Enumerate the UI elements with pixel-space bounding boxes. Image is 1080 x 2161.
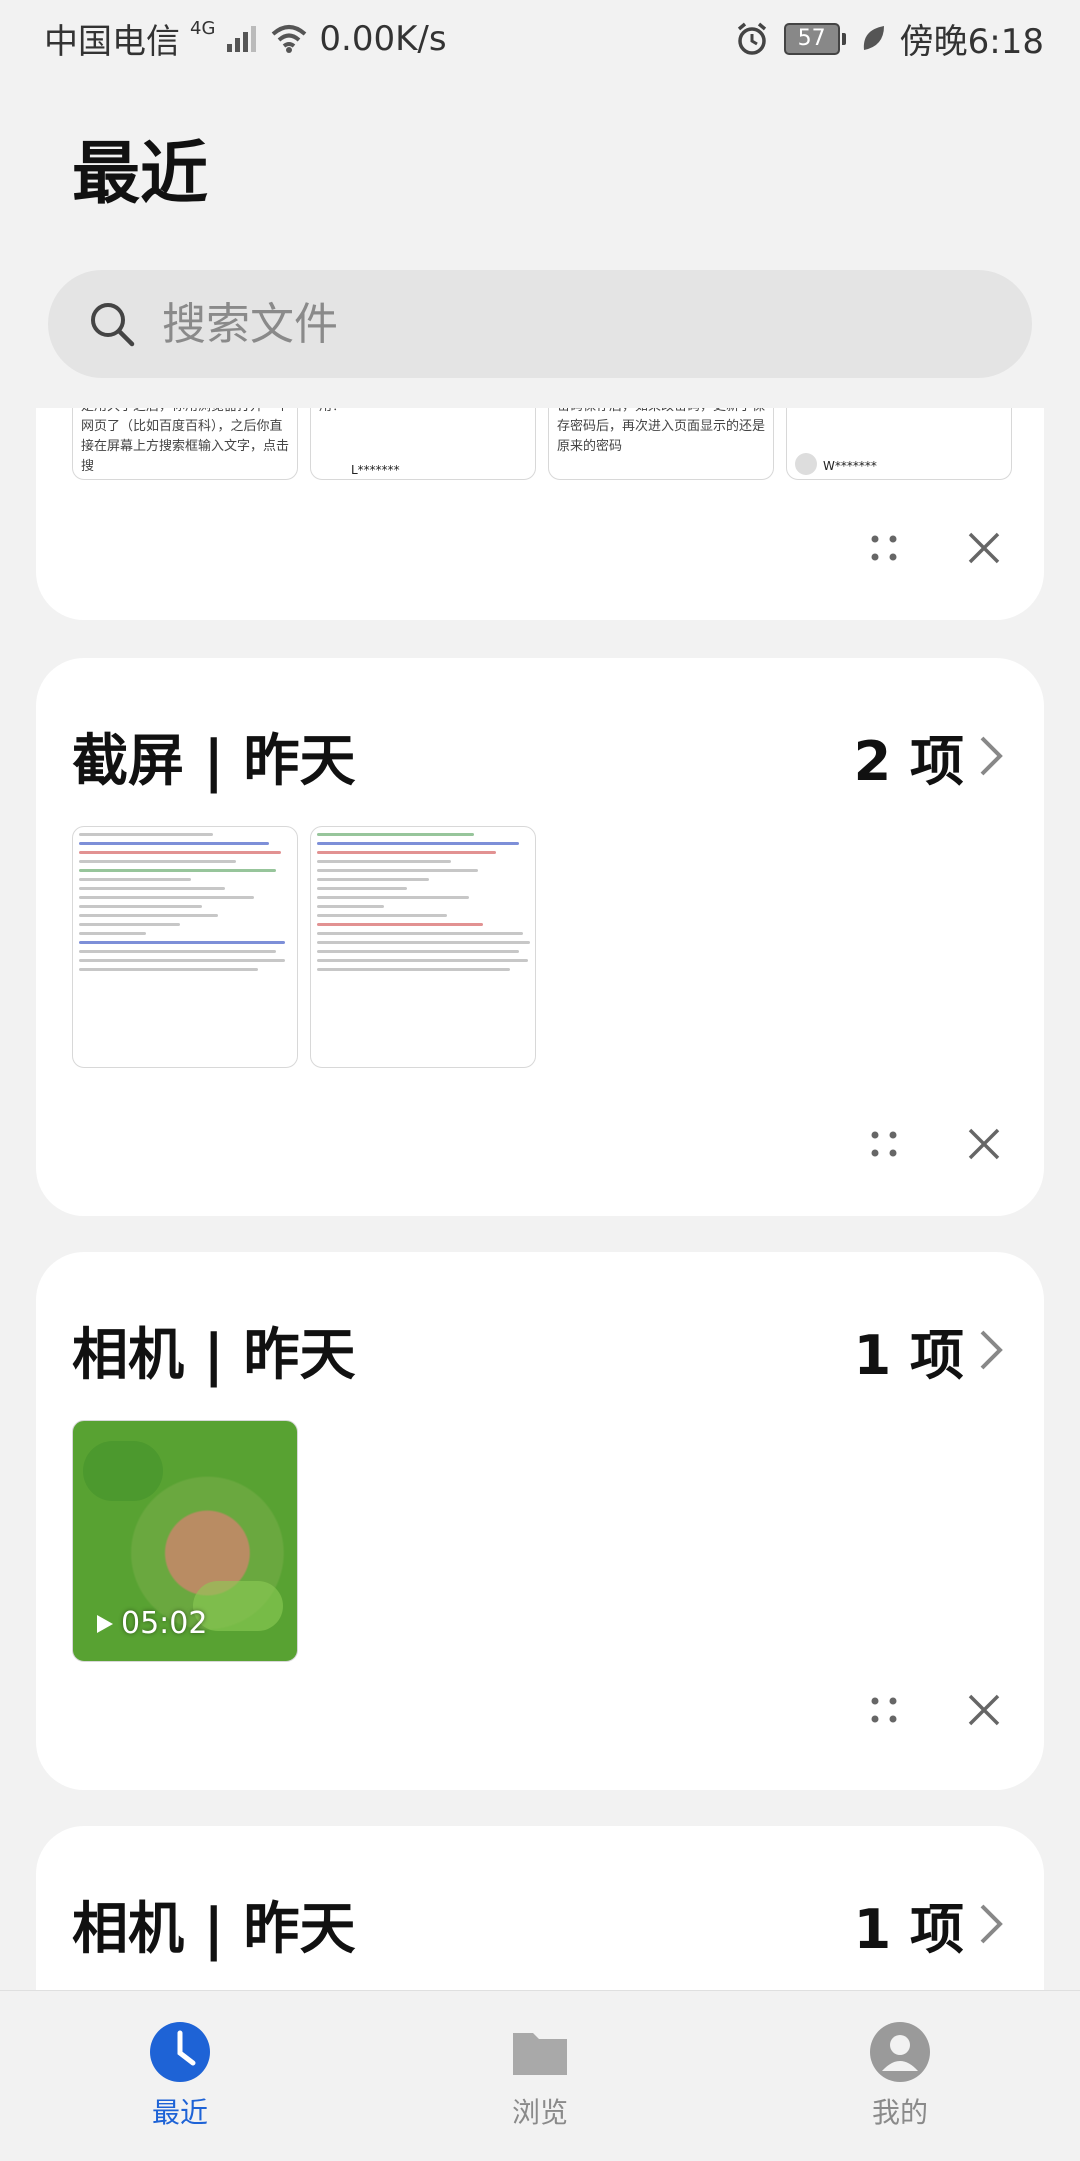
nav-mine[interactable]: 我的 — [780, 2021, 1020, 2131]
card-count[interactable]: 2 项 — [854, 717, 1008, 796]
close-button[interactable] — [958, 522, 1010, 574]
thumbnail-text: 不能保存账号密码，确是提我不管用！ — [311, 408, 535, 425]
thumbnail[interactable]: W******* — [786, 408, 1012, 480]
clock: 傍晚6:18 — [899, 22, 1044, 62]
card-title: 截屏 | 昨天 — [72, 728, 356, 794]
recent-card-camera: 相机 | 昨天 1 项 05:02 — [36, 1252, 1044, 1790]
recent-card-partial: 视频功能相关但处理功能还不错。但是用久了之后，你用浏览器打开一个网页了（比如百度… — [36, 408, 1044, 620]
drag-handle[interactable] — [858, 1118, 910, 1170]
drag-handle[interactable] — [858, 1684, 910, 1736]
search-icon — [91, 303, 135, 347]
screenshot-thumbnail[interactable] — [310, 826, 536, 1068]
leaf-icon — [863, 25, 884, 50]
carrier-label: 中国电信 — [44, 22, 180, 62]
card-count[interactable]: 1 项 — [854, 1885, 1008, 1964]
status-left: 中国电信 4G 0.00K/s — [44, 14, 447, 63]
thumbnail-user: L******* — [351, 463, 400, 477]
video-thumbnail[interactable]: 05:02 — [72, 1420, 298, 1662]
video-badge: 05:02 — [95, 1606, 207, 1641]
close-button[interactable] — [958, 1118, 1010, 1170]
item-count: 1 项 — [853, 1323, 964, 1387]
play-icon — [97, 1614, 113, 1633]
thumbnail-user: W******* — [823, 459, 877, 473]
close-icon — [968, 1694, 1000, 1726]
drag-icon — [871, 1697, 897, 1723]
screenshot-thumbnail[interactable] — [72, 826, 298, 1068]
card-header[interactable]: 相机 | 昨天 1 项 — [72, 1310, 1008, 1390]
avatar — [795, 453, 817, 475]
battery-level: 57 — [783, 22, 840, 55]
recent-card-camera: 相机 | 昨天 1 项 — [36, 1826, 1044, 1990]
search-bar[interactable] — [48, 270, 1032, 378]
network-speed: 0.00K/s — [319, 18, 447, 59]
item-count: 1 项 — [853, 1897, 964, 1961]
folder-icon — [513, 2033, 567, 2075]
recent-card-screenshots: 截屏 | 昨天 2 项 — [36, 658, 1044, 1216]
battery-icon: 57 — [783, 22, 846, 55]
thumbnail-text: 还是有bug的，1、一直没有修复，密码保存后，如果改密码，更新了保存密码后，再次… — [557, 408, 766, 454]
item-count: 2 项 — [853, 729, 964, 793]
close-icon — [968, 532, 1000, 564]
close-button[interactable] — [958, 1684, 1010, 1736]
nav-browse[interactable]: 浏览 — [420, 2021, 660, 2131]
person-icon — [870, 2022, 930, 2082]
wifi-icon — [272, 24, 307, 53]
card-actions — [858, 518, 1010, 578]
clock-icon — [150, 2022, 210, 2082]
video-duration: 05:02 — [121, 1606, 208, 1641]
thumbnail[interactable]: 不能保存账号密码，确是提我不管用！ L******* — [310, 408, 536, 480]
page-title: 最近 — [72, 135, 209, 214]
nav-label: 我的 — [871, 2096, 928, 2129]
thumbnail-text: 视频功能相关但处理功能还不错。但是用久了之后，你用浏览器打开一个网页了（比如百度… — [81, 408, 290, 474]
thumbnail[interactable]: 视频功能相关但处理功能还不错。但是用久了之后，你用浏览器打开一个网页了（比如百度… — [72, 408, 298, 480]
chevron-right-icon — [980, 736, 1003, 776]
thumb-row: 视频功能相关但处理功能还不错。但是用久了之后，你用浏览器打开一个网页了（比如百度… — [72, 408, 1012, 480]
chevron-right-icon — [980, 1904, 1003, 1944]
close-icon — [968, 1128, 1000, 1160]
card-title: 相机 | 昨天 — [72, 1896, 356, 1962]
bottom-nav: 最近 浏览 我的 — [0, 1990, 1080, 2161]
nav-label: 浏览 — [511, 2096, 568, 2129]
status-bar: 中国电信 4G 0.00K/s 57 傍晚6:18 — [0, 0, 1080, 72]
nav-recent[interactable]: 最近 — [60, 2021, 300, 2131]
thumb-row — [72, 826, 536, 1068]
status-right: 57 傍晚6:18 — [734, 14, 1044, 63]
card-title: 相机 | 昨天 — [72, 1322, 356, 1388]
card-header[interactable]: 相机 | 昨天 1 项 — [72, 1884, 1008, 1964]
card-actions — [858, 1680, 1010, 1740]
drag-icon — [871, 535, 897, 561]
network-type: 4G — [190, 18, 216, 39]
thumbnail[interactable]: 还是有bug的，1、一直没有修复，密码保存后，如果改密码，更新了保存密码后，再次… — [548, 408, 774, 480]
nav-label: 最近 — [151, 2096, 208, 2129]
recent-list[interactable]: 视频功能相关但处理功能还不错。但是用久了之后，你用浏览器打开一个网页了（比如百度… — [0, 408, 1080, 1990]
drag-icon — [871, 1131, 897, 1157]
signal-icon — [227, 25, 257, 52]
card-actions — [858, 1114, 1010, 1174]
card-count[interactable]: 1 项 — [854, 1311, 1008, 1390]
chevron-right-icon — [980, 1330, 1003, 1370]
drag-handle[interactable] — [858, 522, 910, 574]
alarm-icon — [737, 22, 766, 55]
search-input[interactable] — [160, 297, 964, 351]
thumb-row: 05:02 — [72, 1420, 298, 1662]
card-header[interactable]: 截屏 | 昨天 2 项 — [72, 716, 1008, 796]
